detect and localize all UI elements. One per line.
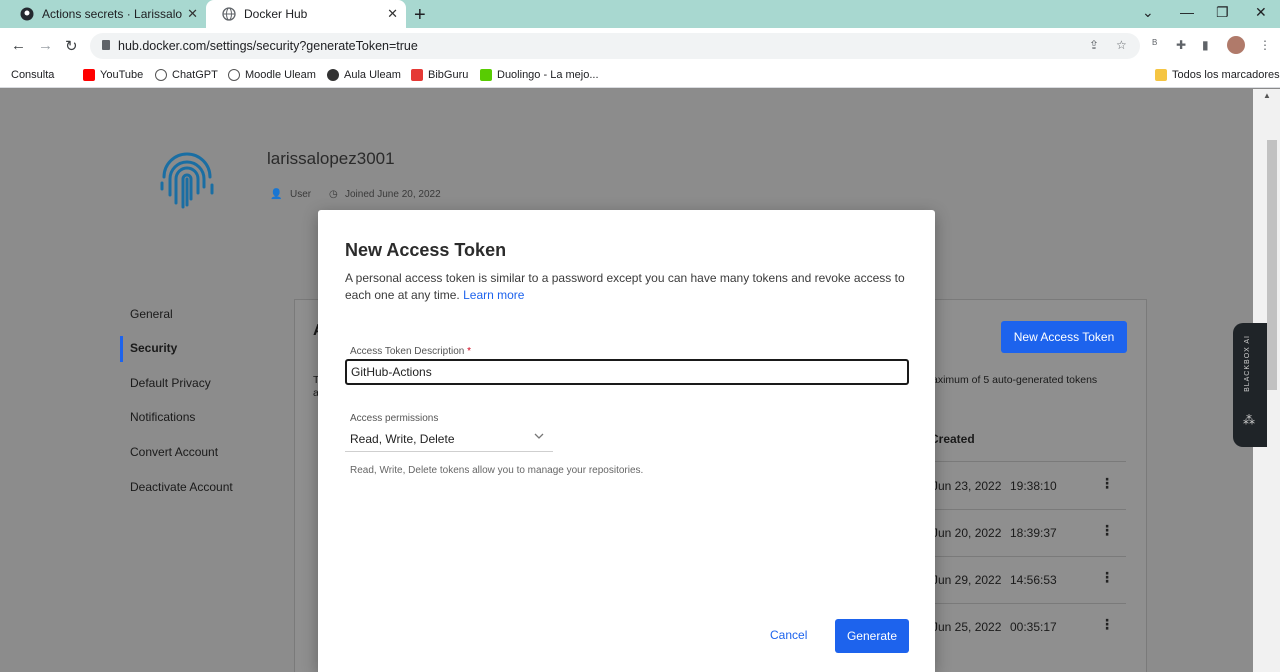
row-divider: [926, 556, 1126, 557]
row-divider: [926, 461, 1126, 462]
close-window-icon[interactable]: ✕: [1255, 4, 1267, 21]
globe-icon: [327, 69, 339, 81]
permissions-label: Access permissions: [350, 413, 439, 424]
lock-icon: [102, 40, 110, 50]
new-tab-button[interactable]: +: [414, 4, 426, 27]
reload-icon[interactable]: ↻: [65, 37, 78, 55]
bookmarks-bar: Consulta YouTube ChatGPT Moodle Uleam Au…: [0, 64, 1280, 88]
folder-icon: [1155, 69, 1167, 81]
new-access-token-dialog: New Access Token A personal access token…: [318, 210, 935, 672]
sidebar-item-general[interactable]: General: [130, 307, 173, 321]
bookmark-youtube[interactable]: YouTube: [83, 69, 143, 81]
dialog-description: A personal access token is similar to a …: [345, 270, 915, 304]
profile-username: larissalopez3001: [267, 149, 395, 168]
token-row-1-time: 19:38:10: [1010, 479, 1057, 493]
toolbar: ← → ↻ hub.docker.com/settings/security?g…: [0, 28, 1280, 64]
user-icon: 👤: [270, 189, 283, 200]
token-limit-text: aximum of 5 auto-generated tokens: [932, 374, 1098, 386]
token-row-2-date: Jun 20, 2022: [932, 526, 1002, 540]
sidebar-item-security[interactable]: Security: [130, 341, 177, 355]
tab-title: Actions secrets · Larissalopez300: [42, 7, 182, 21]
profile-avatar-icon[interactable]: [1227, 36, 1245, 54]
dialog-description-text: A personal access token is similar to a …: [345, 271, 905, 302]
blackbox-ai-widget[interactable]: BLACKBOX AI ⁂: [1233, 323, 1267, 447]
duolingo-icon: [480, 69, 492, 81]
extension-b-icon[interactable]: B: [1152, 38, 1157, 47]
new-access-token-button[interactable]: New Access Token: [1001, 321, 1127, 353]
extensions-icon[interactable]: ✚: [1176, 38, 1186, 52]
dialog-title: New Access Token: [345, 240, 507, 260]
tab-actions-secrets[interactable]: Actions secrets · Larissalopez300 ✕: [4, 0, 206, 28]
scrollbar-thumb[interactable]: [1267, 140, 1277, 390]
blackbox-label: BLACKBOX AI: [1244, 335, 1251, 392]
fingerprint-icon: [156, 149, 218, 216]
all-bookmarks[interactable]: Todos los marcadores: [1155, 69, 1280, 81]
bookmark-bibguru[interactable]: BibGuru: [411, 69, 468, 81]
side-panel-icon[interactable]: ▮: [1202, 38, 1209, 52]
row-actions-icon[interactable]: ⋮: [1100, 569, 1114, 586]
token-row-2-time: 18:39:37: [1010, 526, 1057, 540]
token-description-input[interactable]: [345, 359, 909, 385]
profile-joined: Joined June 20, 2022: [345, 189, 441, 200]
sidebar-active-indicator: [120, 336, 123, 362]
bookmark-star-icon[interactable]: ☆: [1116, 38, 1127, 52]
bookmark-consulta[interactable]: Consulta: [11, 69, 54, 81]
bookmark-moodle[interactable]: Moodle Uleam: [228, 69, 316, 81]
youtube-icon: [83, 69, 95, 81]
created-column-header: Created: [930, 432, 975, 446]
row-actions-icon[interactable]: ⋮: [1100, 616, 1114, 633]
chevron-down-icon: [533, 430, 545, 445]
url-text: hub.docker.com/settings/security?generat…: [118, 39, 418, 53]
github-icon: [20, 7, 34, 21]
globe-icon: [222, 7, 236, 21]
close-tab-icon[interactable]: ✕: [387, 6, 398, 22]
moodle-icon: [228, 69, 240, 81]
clock-icon: ◷: [329, 189, 338, 200]
token-row-4-date: Jun 25, 2022: [932, 620, 1002, 634]
maximize-icon[interactable]: ❐: [1216, 4, 1229, 21]
required-mark: *: [467, 346, 471, 357]
generate-button[interactable]: Generate: [835, 619, 909, 653]
share-icon[interactable]: ⇪: [1089, 38, 1099, 52]
row-actions-icon[interactable]: ⋮: [1100, 475, 1114, 492]
bookmark-duolingo[interactable]: Duolingo - La mejo...: [480, 69, 599, 81]
row-divider: [926, 509, 1126, 510]
minimize-icon[interactable]: —: [1180, 4, 1194, 20]
blackbox-logo-icon: ⁂: [1243, 413, 1255, 427]
sidebar-item-default-privacy[interactable]: Default Privacy: [130, 376, 211, 390]
tab-docker-hub[interactable]: Docker Hub ✕: [206, 0, 406, 28]
address-bar[interactable]: hub.docker.com/settings/security?generat…: [90, 33, 1140, 59]
close-tab-icon[interactable]: ✕: [187, 6, 198, 22]
token-row-4-time: 00:35:17: [1010, 620, 1057, 634]
sidebar-item-deactivate-account[interactable]: Deactivate Account: [130, 480, 233, 494]
bookmark-chatgpt[interactable]: ChatGPT: [155, 69, 218, 81]
token-description-label: Access Token Description *: [350, 346, 471, 357]
book-icon: [411, 69, 423, 81]
token-row-3-time: 14:56:53: [1010, 573, 1057, 587]
scroll-up-icon[interactable]: ▲: [1263, 91, 1271, 100]
bookmark-aula[interactable]: Aula Uleam: [327, 69, 401, 81]
token-row-3-date: Jun 29, 2022: [932, 573, 1002, 587]
tab-strip: Actions secrets · Larissalopez300 ✕ Dock…: [0, 0, 1280, 28]
token-row-1-date: Jun 23, 2022: [932, 479, 1002, 493]
sidebar-item-notifications[interactable]: Notifications: [130, 410, 195, 424]
cancel-button[interactable]: Cancel: [770, 628, 807, 642]
row-actions-icon[interactable]: ⋮: [1100, 522, 1114, 539]
learn-more-link[interactable]: Learn more: [463, 288, 524, 302]
menu-kebab-icon[interactable]: ⋮: [1259, 38, 1271, 52]
profile-role: User: [290, 189, 312, 200]
row-divider: [926, 603, 1126, 604]
forward-icon[interactable]: →: [38, 37, 53, 54]
permissions-value: Read, Write, Delete: [350, 432, 455, 446]
sidebar-item-convert-account[interactable]: Convert Account: [130, 445, 218, 459]
permissions-select[interactable]: Read, Write, Delete: [345, 428, 553, 452]
chatgpt-icon: [155, 69, 167, 81]
tab-title: Docker Hub: [244, 7, 308, 21]
permissions-help-text: Read, Write, Delete tokens allow you to …: [350, 465, 644, 476]
tab-search-icon[interactable]: ⌄: [1142, 4, 1154, 21]
back-icon[interactable]: ←: [11, 37, 26, 54]
